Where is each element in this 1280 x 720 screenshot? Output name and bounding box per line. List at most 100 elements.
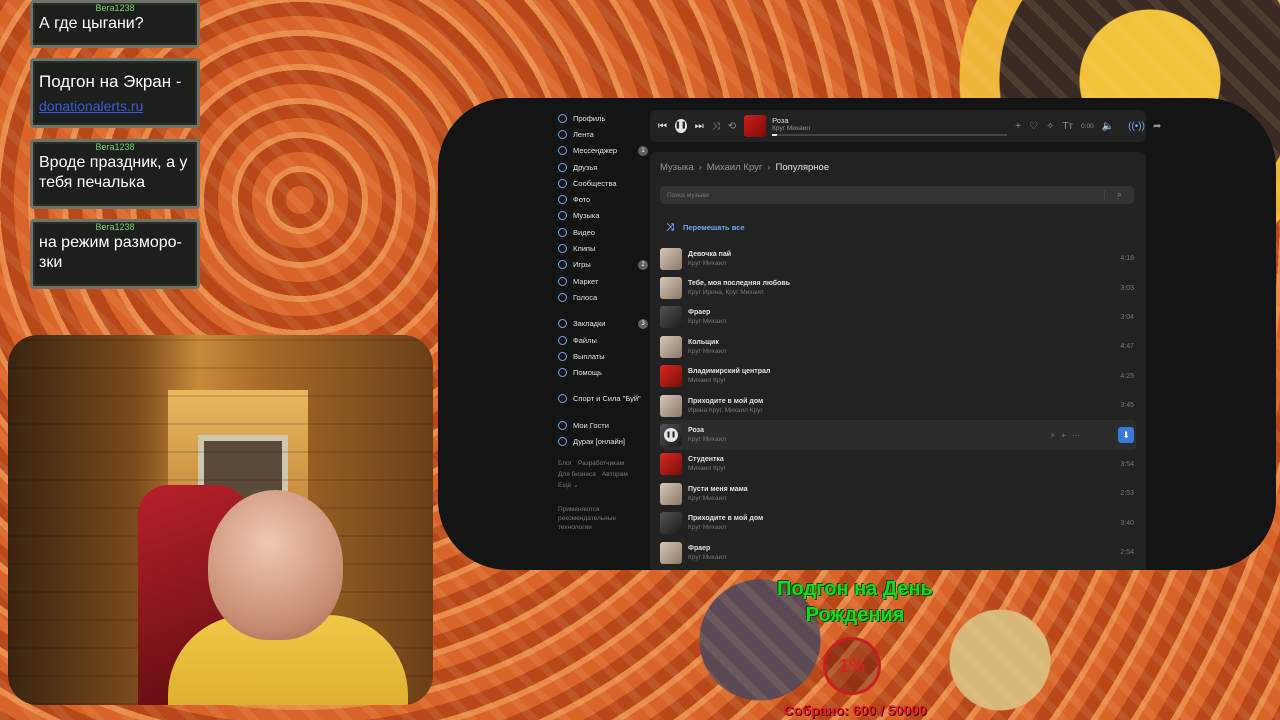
track-artist[interactable]: Ирина Круг, Михаил Круг	[688, 407, 763, 414]
shuffle-icon[interactable]: ⤨	[712, 121, 720, 132]
track-cover[interactable]	[660, 482, 682, 505]
lyrics-icon[interactable]: Tт	[1062, 121, 1073, 132]
track-artist[interactable]: Круг Михаил	[688, 260, 731, 267]
sidebar-item-label: Маркет	[573, 276, 599, 286]
track-row[interactable]: ❚❚ Роза Круг Михаил ⚡+⋯ ⬇	[660, 420, 1136, 450]
track-artist[interactable]: Круг Ирина, Круг Михаил	[688, 289, 790, 296]
download-icon[interactable]: ⬇	[1118, 427, 1134, 444]
progress-bar[interactable]	[772, 134, 1008, 136]
track-cover[interactable]	[660, 247, 682, 270]
track-artist[interactable]: Круг Михаил	[688, 554, 726, 561]
track-row[interactable]: Девочка пай Круг Михаил 4:18	[660, 244, 1136, 273]
footer-note: Применяются рекомендательные технологии	[558, 505, 617, 531]
track-row[interactable]: Фраер Круг Михаил 2:54	[660, 538, 1136, 567]
share-icon[interactable]: ➦	[1153, 121, 1161, 132]
track-row[interactable]: Кольщик Круг Михаил 4:47	[660, 332, 1136, 361]
broadcast-icon[interactable]: ((•))	[1128, 121, 1145, 132]
track-cover[interactable]	[660, 365, 682, 388]
track-row[interactable]: Приходите в мой дом Ирина Круг, Михаил Кр…	[660, 391, 1136, 420]
track-info: Пусти меня мама Круг Михаил	[688, 486, 748, 502]
repeat-icon[interactable]: ⟲	[728, 121, 736, 132]
sidebar-item[interactable]: Файлы	[558, 332, 648, 348]
track-info: Фраер Круг Михаил	[688, 545, 726, 561]
track-cover[interactable]	[660, 394, 682, 417]
track-info: Владимирский централ Михаил Круг	[688, 368, 770, 384]
now-playing-artist[interactable]: Круг Михаил	[772, 125, 1007, 132]
track-artist[interactable]: Михаил Круг	[688, 465, 726, 472]
sidebar-item[interactable]: Музыка	[558, 208, 648, 224]
sidebar-item[interactable]: Помощь	[558, 364, 648, 380]
shuffle-all-button[interactable]: ⤨ Перемешать все	[666, 222, 745, 233]
chat-link[interactable]: donationalerts.ru	[33, 96, 197, 120]
chat-message: Вега1238 Вроде праздник, а у тебя печаль…	[30, 139, 200, 209]
sidebar-item[interactable]: Фото	[558, 191, 648, 207]
sidebar-item[interactable]: Закладки 3	[558, 316, 648, 332]
nav-icon	[558, 292, 567, 302]
sidebar-item[interactable]: Сообщества	[558, 175, 648, 191]
track-info: Студентка Михаил Круг	[688, 456, 726, 472]
webcam-person-head	[208, 490, 343, 640]
sidebar-item[interactable]: Клипы	[558, 240, 648, 256]
track-row[interactable]: Тебе, моя последняя любовь Круг Ирина, Кр…	[660, 273, 1136, 302]
track-cover[interactable]	[660, 335, 682, 358]
pause-icon[interactable]: ❚❚	[675, 119, 687, 133]
next-icon[interactable]: ⏭	[695, 121, 704, 132]
donation-progress-ring: 1%	[823, 637, 881, 695]
sidebar-item[interactable]: Мои Гости	[558, 417, 648, 433]
sidebar-item[interactable]: Игры 2	[558, 257, 648, 273]
sidebar-item-label: Профиль	[573, 113, 606, 123]
prev-icon[interactable]: ⏮	[658, 121, 667, 132]
nav-icon	[558, 436, 567, 446]
footer-link[interactable]: Блог	[558, 460, 572, 467]
track-cover[interactable]	[660, 306, 682, 329]
sidebar-item[interactable]: Мессенджер 1	[558, 143, 648, 159]
track-row[interactable]: Пусти меня мама Круг Михаил 2:53	[660, 479, 1136, 508]
track-info: Фраер Круг Михаил	[688, 309, 726, 325]
sidebar-item[interactable]: Друзья	[558, 159, 648, 175]
breadcrumb-music[interactable]: Музыка	[660, 162, 694, 173]
track-cover[interactable]	[660, 512, 682, 535]
plus-icon[interactable]: +	[1015, 121, 1021, 132]
track-row[interactable]: Студентка Михаил Круг 3:54	[660, 450, 1136, 479]
track-artist[interactable]: Круг Михаил	[688, 524, 763, 531]
track-artist[interactable]: Круг Михаил	[688, 495, 748, 502]
sidebar-item[interactable]: Дурак [онлайн]	[558, 433, 648, 449]
track-artist[interactable]: Круг Михаил	[688, 436, 726, 443]
search-icon[interactable]: ⌕	[1104, 190, 1134, 200]
nav-icon	[558, 244, 567, 254]
track-cover[interactable]	[660, 541, 682, 564]
sidebar-item[interactable]: Маркет	[558, 273, 648, 289]
footer-link[interactable]: Ещё ⌄	[558, 482, 579, 489]
track-cover[interactable]	[660, 453, 682, 476]
search-input[interactable]	[660, 191, 1104, 199]
track-row[interactable]: Приходите в мой дом Круг Михаил 3:40	[660, 509, 1136, 538]
sidebar-item-label: Фото	[573, 195, 591, 205]
track-row[interactable]: Владимирский централ Михаил Круг 4:25	[660, 362, 1136, 391]
track-cover[interactable]	[660, 277, 682, 300]
sidebar-item[interactable]: Выплаты	[558, 348, 648, 364]
dislike-icon[interactable]: ♡	[1029, 121, 1038, 132]
track-artist[interactable]: Михаил Круг	[688, 377, 770, 384]
sparkle-icon[interactable]: ✧	[1046, 121, 1054, 132]
breadcrumb-artist[interactable]: Михаил Круг	[707, 162, 763, 173]
sidebar-item[interactable]: Профиль	[558, 110, 648, 126]
sidebar-item[interactable]: Лента	[558, 126, 648, 142]
track-artist[interactable]: Круг Михаил	[688, 348, 726, 355]
track-actions-icon[interactable]: ⚡+⋯	[1050, 431, 1086, 440]
footer-link[interactable]: Авторам	[602, 471, 628, 478]
track-cover[interactable]: ❚❚	[660, 424, 682, 447]
sidebar-item-community[interactable]: Спорт и Сила "Буй"	[558, 391, 648, 407]
sidebar-item[interactable]: Видео	[558, 224, 648, 240]
track-info: Приходите в мой дом Круг Михаил	[688, 515, 763, 531]
pause-icon[interactable]: ❚❚	[664, 428, 678, 443]
track-row[interactable]: Фраер Круг Михаил 3:04	[660, 303, 1136, 332]
nav-icon	[558, 368, 567, 378]
footer-link[interactable]: Для бизнеса	[558, 471, 596, 478]
footer-link[interactable]: Разработчикам	[578, 460, 624, 467]
nav-icon	[558, 195, 567, 205]
track-title: Студентка	[688, 456, 724, 464]
track-artist[interactable]: Круг Михаил	[688, 318, 726, 325]
sidebar-item[interactable]: Голоса	[558, 289, 648, 305]
nav-icon	[558, 420, 567, 430]
volume-icon[interactable]: 🔈	[1102, 121, 1114, 132]
